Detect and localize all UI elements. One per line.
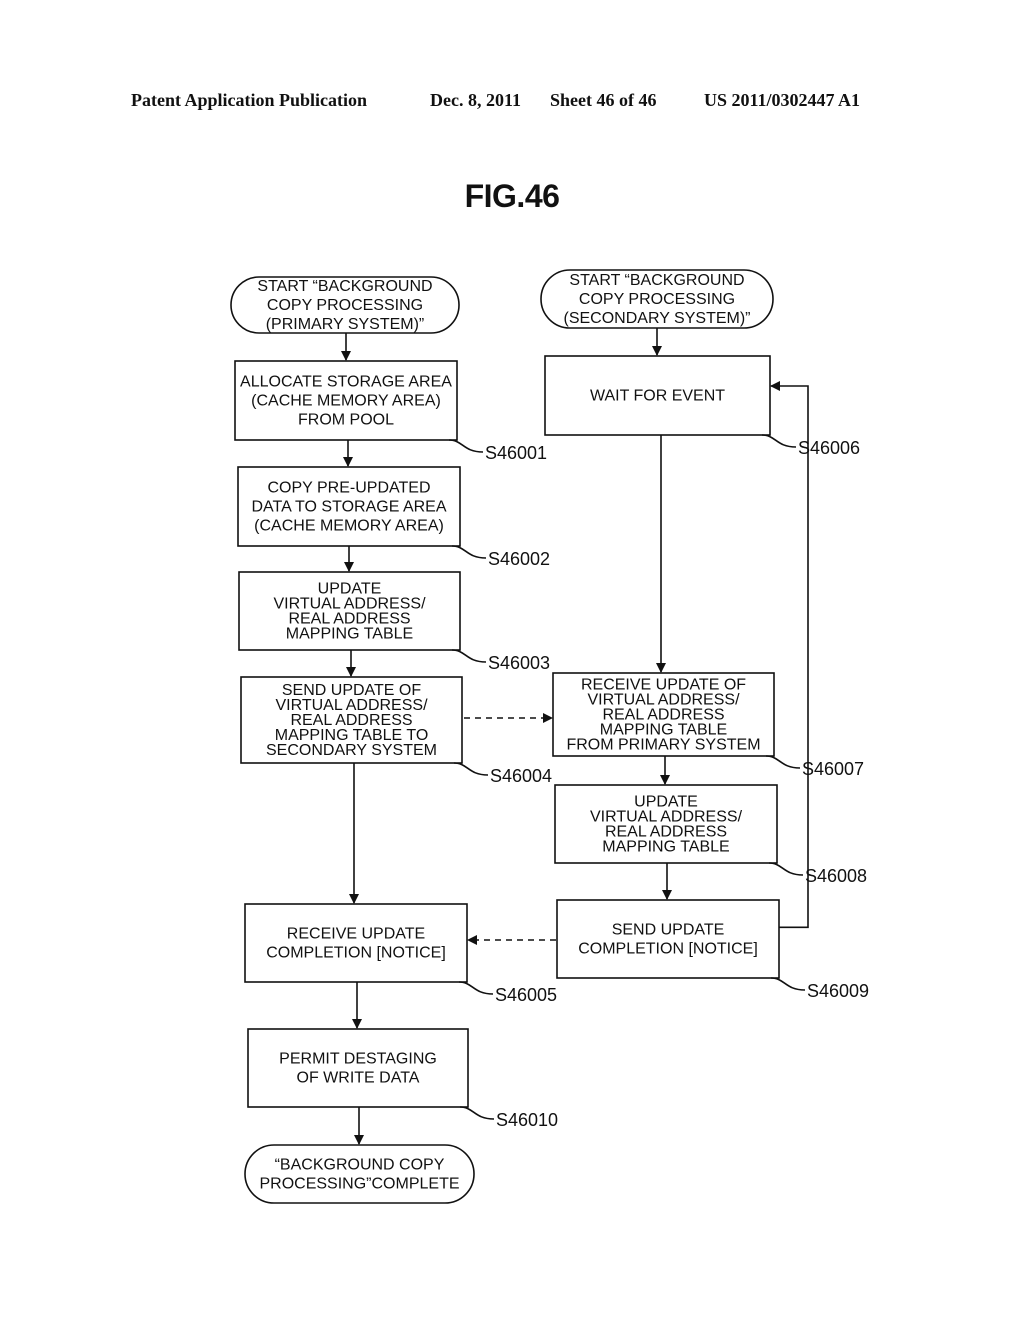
step-label: S46002	[488, 549, 550, 569]
flow-node-s46006: WAIT FOR EVENT S46006	[544, 355, 860, 458]
node-text-line: PROCESSING”COMPLETE	[259, 1176, 459, 1193]
step-leader-line	[761, 434, 797, 448]
flow-node-end_primary: “BACKGROUND COPY PROCESSING”COMPLETE	[244, 1144, 475, 1204]
flow-node-s46010: PERMIT DESTAGING OF WRITE DATA S46010	[247, 1028, 558, 1130]
node-text-line: (SECONDARY SYSTEM)”	[564, 310, 751, 327]
step-label: S46009	[807, 981, 869, 1001]
process-box	[244, 903, 468, 983]
terminal-shape	[244, 1144, 475, 1204]
node-text-line: START “BACKGROUND	[257, 278, 432, 295]
node-text-line: (CACHE MEMORY AREA)	[251, 393, 441, 410]
node-text-line: ALLOCATE STORAGE AREA	[240, 374, 452, 391]
step-label: S46001	[485, 443, 547, 463]
flow-node-start_secondary: START “BACKGROUND COPY PROCESSING (SECONDA…	[540, 269, 774, 329]
node-text-line: COPY PRE-UPDATED	[268, 480, 431, 497]
process-box	[556, 899, 780, 979]
node-text-line: DATA TO STORAGE AREA	[251, 499, 446, 516]
process-box	[247, 1028, 469, 1108]
flow-node-s46004: SEND UPDATE OFVIRTUAL ADDRESS/REAL ADDRE…	[240, 676, 552, 786]
flow-node-s46008: UPDATEVIRTUAL ADDRESS/REAL ADDRESSMAPPIN…	[554, 784, 867, 886]
step-leader-line	[768, 862, 804, 876]
step-label: S46004	[490, 766, 552, 786]
node-text-line: MAPPING TABLE	[286, 626, 413, 643]
step-leader-line	[451, 649, 487, 663]
step-leader-line	[765, 755, 801, 769]
node-text-line: MAPPING TABLE	[602, 839, 729, 856]
step-label: S46008	[805, 866, 867, 886]
node-text-line: COPY PROCESSING	[267, 297, 423, 314]
node-text-line: OF WRITE DATA	[297, 1070, 420, 1087]
flow-node-s46005: RECEIVE UPDATE COMPLETION [NOTICE] S46005	[244, 903, 557, 1005]
flowchart: START “BACKGROUND COPY PROCESSING (PRIMARY…	[230, 269, 869, 1204]
node-text-line: (CACHE MEMORY AREA)	[254, 518, 444, 535]
flow-node-s46001: ALLOCATE STORAGE AREA (CACHE MEMORY AREA)…	[234, 360, 547, 463]
flow-node-s46003: UPDATEVIRTUAL ADDRESS/REAL ADDRESSMAPPIN…	[238, 571, 550, 673]
node-text-line: SEND UPDATE	[612, 922, 725, 939]
node-text-line: COMPLETION [NOTICE]	[578, 941, 758, 958]
node-text-line: FROM PRIMARY SYSTEM	[566, 737, 760, 754]
step-leader-line	[451, 545, 487, 559]
node-text-line: FROM POOL	[298, 412, 394, 429]
flow-node-s46007: RECEIVE UPDATE OFVIRTUAL ADDRESS/REAL AD…	[552, 672, 864, 779]
step-leader-line	[458, 981, 494, 995]
node-text-line: RECEIVE UPDATE	[287, 926, 425, 943]
flow-node-s46002: COPY PRE-UPDATED DATA TO STORAGE AREA (CAC…	[237, 466, 550, 569]
node-text-line: COMPLETION [NOTICE]	[266, 945, 446, 962]
step-label: S46010	[496, 1110, 558, 1130]
step-label: S46006	[798, 438, 860, 458]
node-text-line: SECONDARY SYSTEM	[266, 742, 437, 759]
node-text-line: (PRIMARY SYSTEM)”	[266, 316, 425, 333]
step-label: S46003	[488, 653, 550, 673]
node-text-line: WAIT FOR EVENT	[590, 388, 725, 405]
step-label: S46007	[802, 759, 864, 779]
flow-node-s46009: SEND UPDATE COMPLETION [NOTICE] S46009	[556, 899, 869, 1001]
node-text-line: PERMIT DESTAGING	[279, 1051, 437, 1068]
step-leader-line	[770, 977, 806, 991]
flow-node-start_primary: START “BACKGROUND COPY PROCESSING (PRIMARY…	[230, 276, 460, 334]
step-leader-line	[459, 1106, 495, 1120]
node-text-line: COPY PROCESSING	[579, 291, 735, 308]
step-leader-line	[448, 439, 484, 453]
step-label: S46005	[495, 985, 557, 1005]
step-leader-line	[453, 762, 489, 776]
node-text-line: “BACKGROUND COPY	[275, 1157, 445, 1174]
node-text-line: START “BACKGROUND	[569, 272, 744, 289]
